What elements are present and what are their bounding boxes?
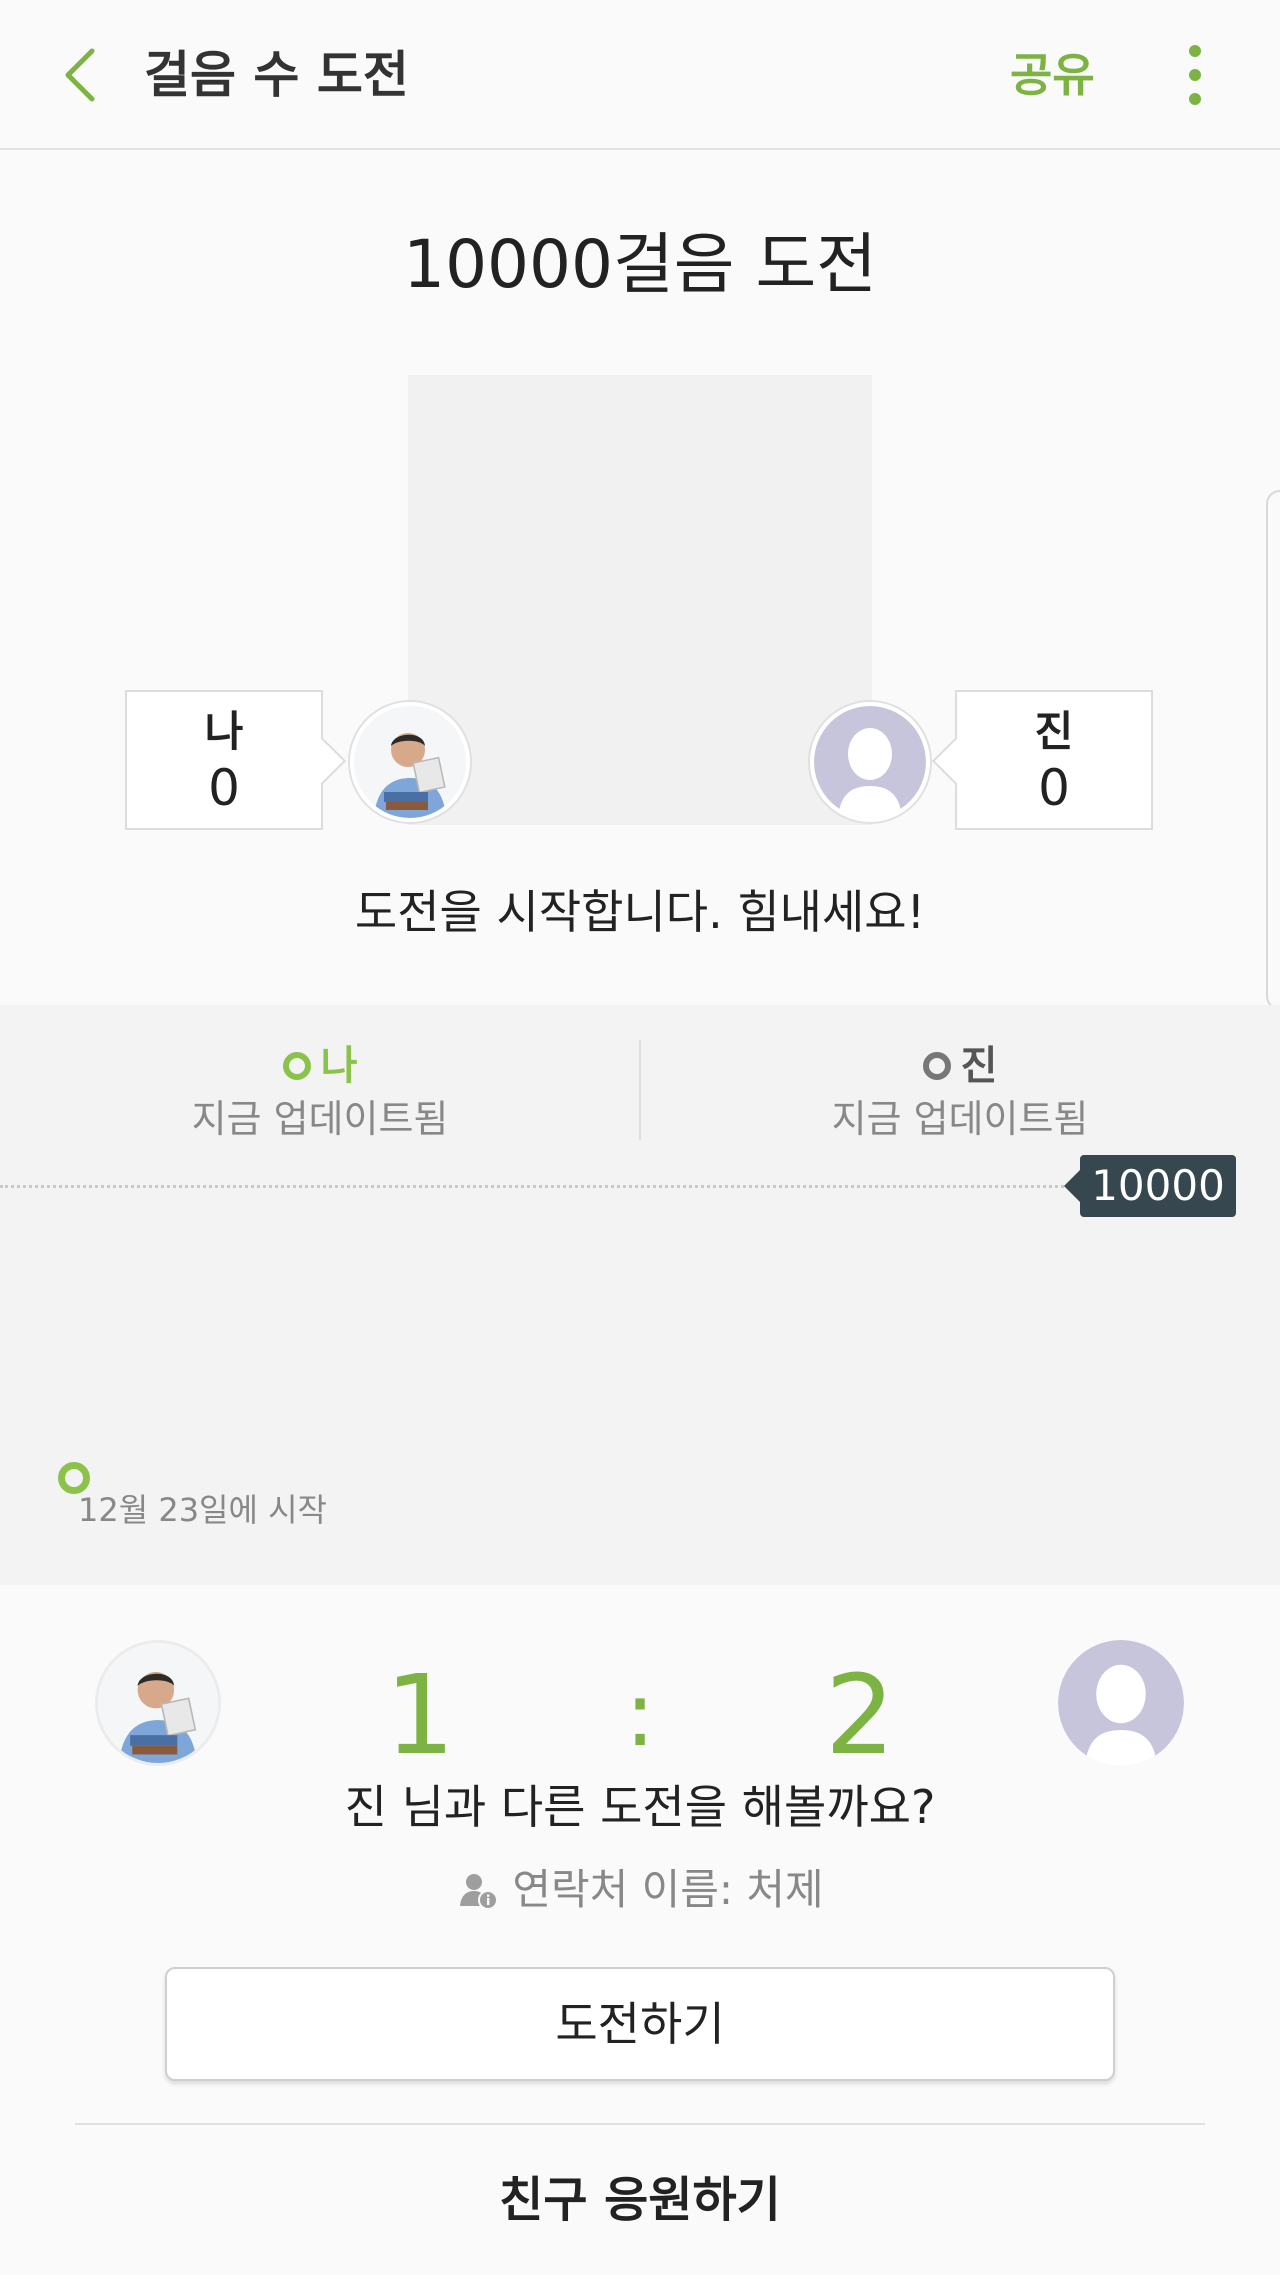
- person-photo-icon: [98, 1643, 218, 1763]
- page-title: 걸음 수 도전: [144, 46, 409, 104]
- my-avatar-result: [95, 1640, 221, 1766]
- ring-marker-icon: [282, 1052, 311, 1080]
- friend-step-count: 0: [1038, 759, 1070, 817]
- contact-name-label: 연락처 이름: 처제: [512, 1865, 824, 1914]
- legend-me: 나 지금 업데이트됨: [0, 1005, 640, 1146]
- cheer-friend-button[interactable]: 친구 응원하기: [0, 2165, 1280, 2235]
- divider: [75, 2123, 1205, 2125]
- race-track-area: [408, 375, 872, 825]
- ring-marker-icon: [922, 1052, 951, 1080]
- back-button[interactable]: [40, 35, 120, 115]
- friend-win-count: 2: [825, 1651, 895, 1779]
- challenge-title: 10000걸음 도전: [403, 226, 877, 303]
- default-person-icon: [1058, 1640, 1184, 1766]
- legend-friend: 진 지금 업데이트됨: [640, 1005, 1280, 1146]
- encouragement-message: 도전을 시작합니다. 힘내세요!: [354, 885, 926, 939]
- legend-me-status: 지금 업데이트됨: [191, 1097, 449, 1141]
- my-avatar[interactable]: [350, 702, 470, 822]
- start-date-label: 12월 23일에 시작: [78, 1491, 327, 1529]
- rematch-question: 진 님과 다른 도전을 해볼까요?: [344, 1780, 936, 1834]
- legend-friend-name: 진: [960, 1043, 998, 1089]
- score-separator: :: [624, 1662, 656, 1767]
- friend-name-label: 진: [1034, 707, 1074, 756]
- chevron-left-icon: [65, 48, 95, 102]
- app-bar: 걸음 수 도전 공유: [0, 0, 1280, 150]
- goal-badge: 10000: [1064, 1155, 1236, 1217]
- more-options-button[interactable]: [1170, 40, 1220, 110]
- my-name-label: 나: [204, 707, 244, 756]
- share-button[interactable]: 공유: [1010, 40, 1095, 110]
- more-vert-icon: [1189, 45, 1201, 57]
- my-step-card: 나 0: [125, 690, 323, 830]
- goal-line: [0, 1185, 1075, 1188]
- edge-panel-handle[interactable]: [1266, 490, 1280, 1010]
- my-step-count: 0: [208, 759, 240, 817]
- friend-avatar-result: [1058, 1640, 1184, 1766]
- default-person-icon: [814, 706, 926, 818]
- contact-info-icon: [460, 1874, 499, 1910]
- progress-section: 나 지금 업데이트됨 진 지금 업데이트됨 10000 12월 23일에 시작: [0, 1005, 1280, 1585]
- contact-name-line: 연락처 이름: 처제: [0, 1860, 1280, 1920]
- friend-avatar[interactable]: [810, 702, 930, 822]
- legend-me-name: 나: [320, 1043, 358, 1089]
- challenge-button[interactable]: 도전하기: [165, 1967, 1115, 2081]
- person-photo-icon: [354, 706, 466, 818]
- legend-friend-status: 지금 업데이트됨: [831, 1097, 1089, 1141]
- friend-step-card: 진 0: [955, 690, 1153, 830]
- my-win-count: 1: [385, 1651, 455, 1779]
